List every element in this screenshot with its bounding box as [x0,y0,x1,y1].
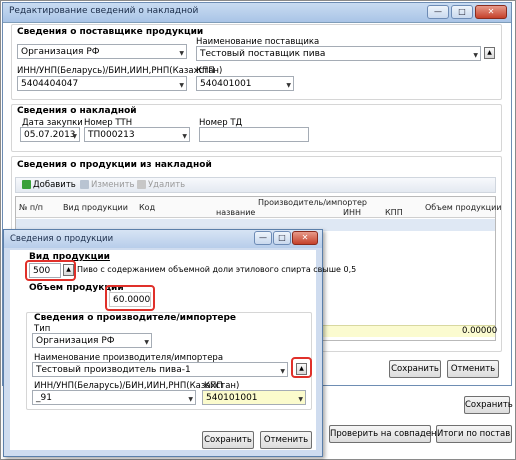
supplier-section-title: Сведения о поставщике продукции [17,27,204,37]
supplier-type-select[interactable]: Организация РФ [17,44,187,59]
col-num: № п/п [19,203,44,212]
dialog-maximize-icon[interactable]: □ [273,231,291,245]
volume-highlight [105,285,155,311]
add-icon [22,180,31,189]
dialog-minimize-icon[interactable]: — [254,231,272,245]
edit-button[interactable]: Изменить [91,180,135,190]
main-titlebar[interactable]: Редактирование сведений о накладной — □ … [3,3,511,23]
check-duplicates-button[interactable]: Проверить на совпадения [329,425,447,443]
minimize-icon[interactable]: — [427,5,449,19]
close-icon[interactable]: ✕ [475,5,507,19]
edit-icon [80,180,89,189]
dialog-close-icon[interactable]: ✕ [292,231,318,245]
outer-save-button[interactable]: Сохранить [464,396,513,414]
supplier-totals-button[interactable]: Итоги по поставщик [436,425,512,443]
dialog-title: Сведения о продукции [10,234,114,244]
add-button[interactable]: Добавить [33,180,76,190]
producer-lookup-highlight [291,357,312,378]
dialog-save-button[interactable]: Сохранить [202,431,254,449]
invoice-ttn-select[interactable]: ТП000213 [84,127,190,142]
producer-kpp-select[interactable]: 540101001 [202,390,306,405]
col-type: Вид продукции [63,203,128,212]
producer-section-title: Сведения о производителе/импортере [34,313,237,323]
products-section-title: Сведения о продукции из накладной [17,160,212,170]
delete-button[interactable]: Удалить [148,180,185,190]
col-volume: Объем продукции [425,203,502,212]
supplier-name-select[interactable]: Тестовый поставщик пива [196,46,481,61]
supplier-inn-select[interactable]: 5404404047 [17,76,187,91]
producer-type-select[interactable]: Организация РФ [32,333,152,348]
supplier-kpp-label: КПП [196,66,215,76]
invoice-section-title: Сведения о накладной [17,106,137,116]
producer-name-select[interactable]: Тестовый производитель пива-1 [32,362,288,377]
producer-inn-select[interactable]: _91 [32,390,196,405]
main-cancel-button[interactable]: Отменить [447,360,499,378]
main-save-button[interactable]: Сохранить [389,360,441,378]
invoice-td-field[interactable] [199,127,309,142]
delete-icon [137,180,146,189]
invoice-date-field[interactable]: 05.07.2013 [20,127,80,142]
col-producer: Производитель/импортер [258,198,367,207]
col-kpp: КПП [385,208,403,217]
products-total-value: 0.00000 [462,326,498,336]
col-name: название [216,208,256,217]
maximize-icon[interactable]: □ [451,5,473,19]
main-window-title: Редактирование сведений о накладной [9,6,199,16]
supplier-kpp-select[interactable]: 540401001 [196,76,294,91]
code-highlight [25,260,76,281]
supplier-inn-label: ИНН/УНП(Беларусь)/БИН,ИИН,РНП(Казахстан) [17,66,223,76]
col-code: Код [139,203,156,212]
col-inn: ИНН [343,208,362,217]
supplier-lookup-icon[interactable]: ▲ [484,47,495,59]
dialog-type-description: Пиво с содержанием объемной доли этилово… [77,265,357,274]
dialog-cancel-button[interactable]: Отменить [260,431,312,449]
